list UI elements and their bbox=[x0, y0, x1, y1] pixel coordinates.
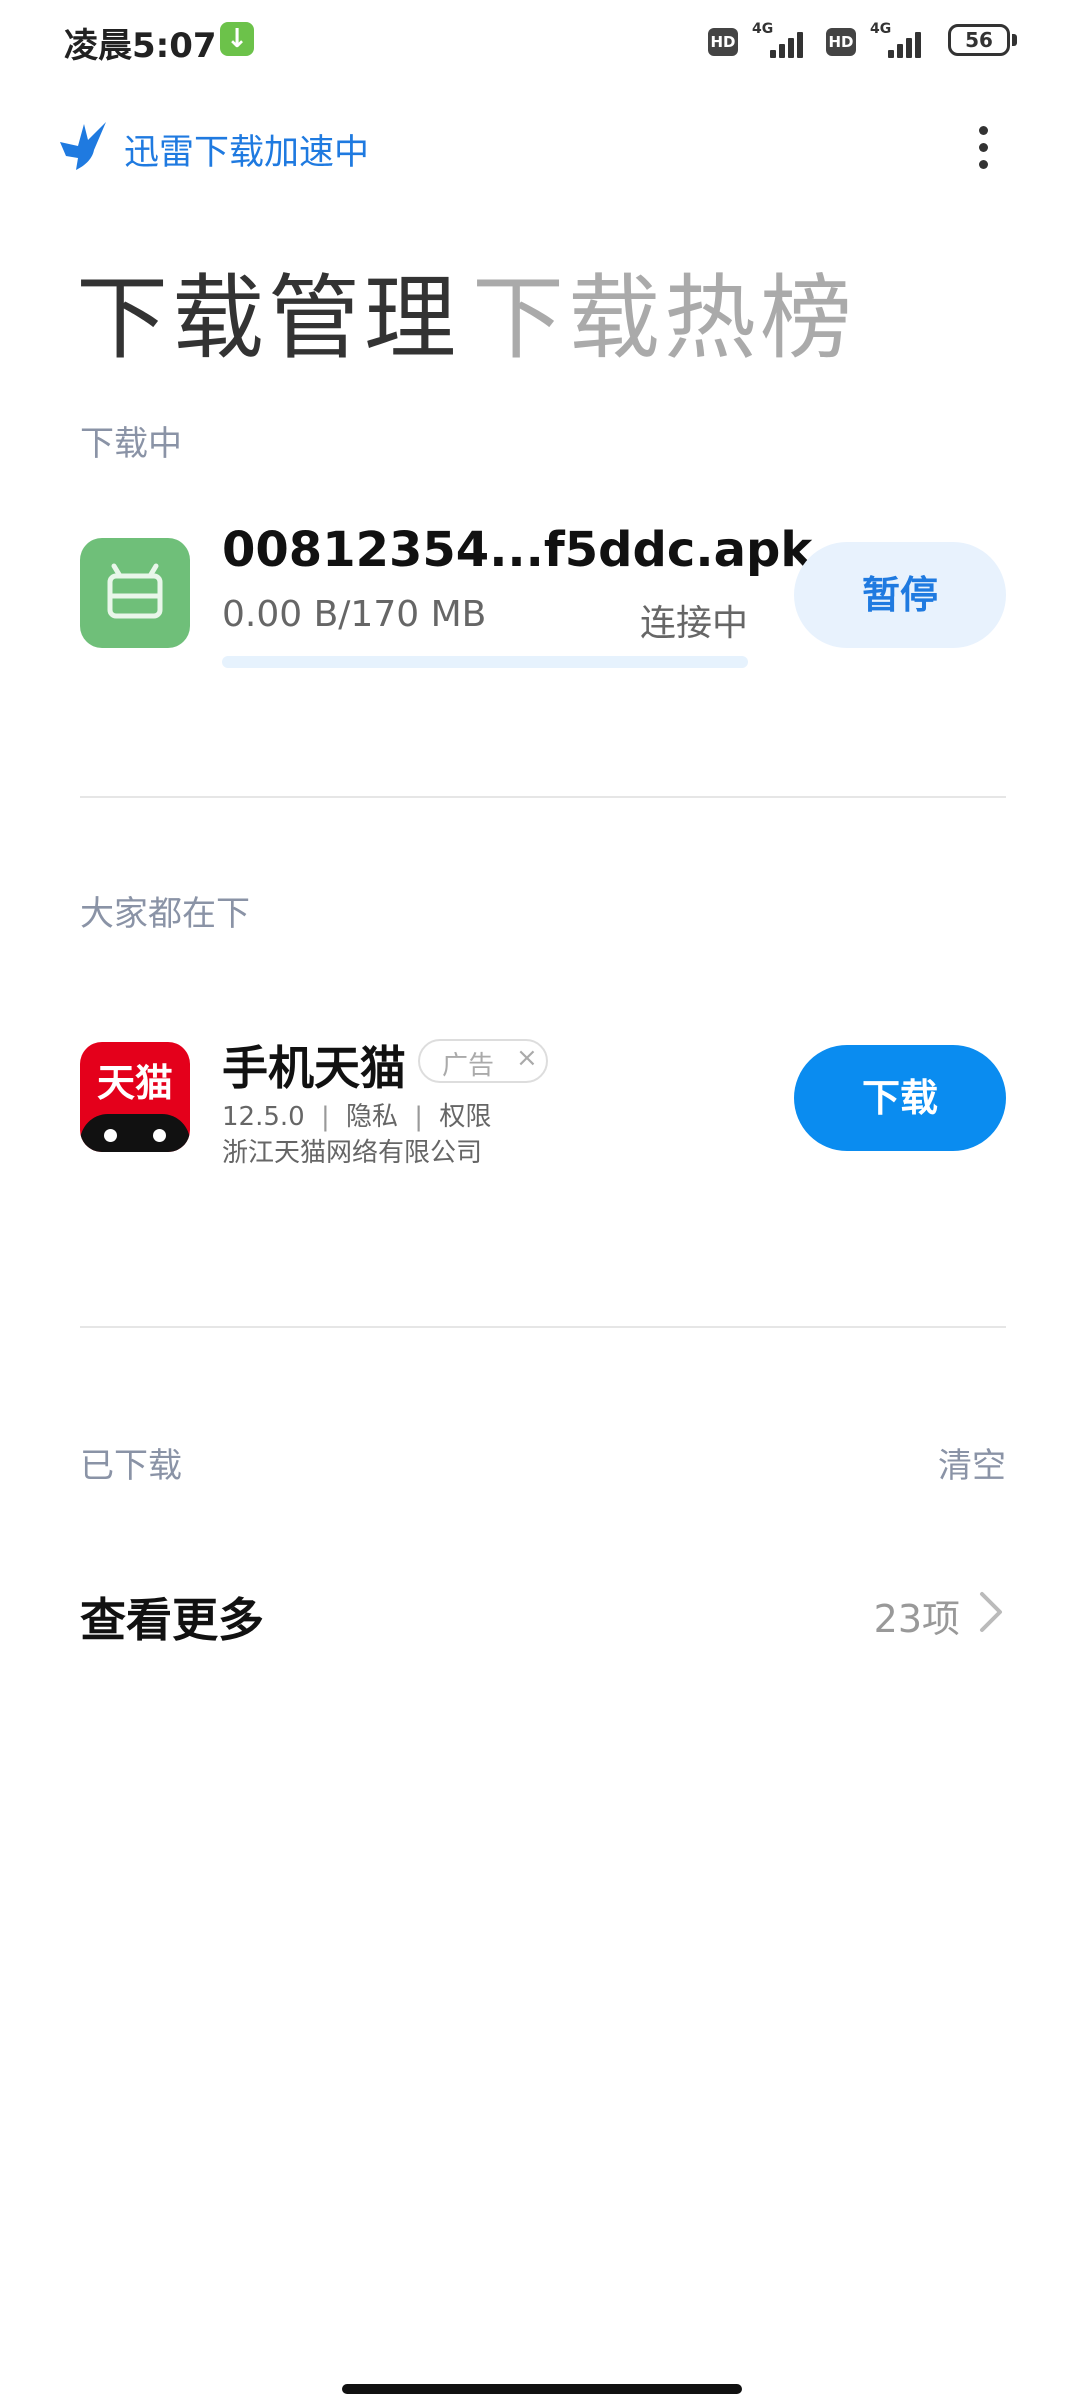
view-more-row[interactable]: 查看更多 23项 bbox=[80, 1570, 1006, 1660]
app-developer: 浙江天猫网络有限公司 bbox=[222, 1138, 483, 1168]
ad-tag[interactable]: 广告 × bbox=[418, 1039, 548, 1083]
meta-separator: | bbox=[320, 1102, 330, 1132]
signal-icon bbox=[888, 26, 928, 58]
download-button[interactable]: 下载 bbox=[794, 1045, 1006, 1151]
app-name[interactable]: 手机天猫 bbox=[222, 1032, 406, 1098]
app-version: 12.5.0 bbox=[222, 1102, 305, 1132]
download-progress-bar bbox=[222, 656, 748, 668]
permissions-link[interactable]: 权限 bbox=[439, 1102, 491, 1132]
signal-icon bbox=[770, 26, 810, 58]
tab-download-manager[interactable]: 下载管理 bbox=[76, 244, 460, 377]
download-file-name: 00812354...f5ddc.apk bbox=[222, 522, 813, 578]
downloaded-count: 23项 bbox=[873, 1597, 960, 1641]
download-notification-icon: ↓ bbox=[220, 22, 254, 56]
xunlei-bird-icon bbox=[58, 120, 108, 172]
chevron-right-icon bbox=[980, 1592, 1002, 1632]
home-indicator[interactable] bbox=[342, 2384, 742, 2394]
tmall-icon-text: 天猫 bbox=[96, 1061, 173, 1105]
divider bbox=[80, 1326, 1006, 1328]
meta-separator: | bbox=[414, 1102, 424, 1132]
section-downloading-label: 下载中 bbox=[80, 424, 182, 464]
app-meta: 12.5.0 | 隐私 | 权限 bbox=[222, 1096, 491, 1133]
clear-button[interactable]: 清空 bbox=[938, 1438, 1006, 1487]
brand-title[interactable]: 迅雷下载加速中 bbox=[124, 124, 369, 175]
more-vertical-icon[interactable] bbox=[972, 124, 994, 172]
download-size: 0.00 B/170 MB bbox=[222, 594, 487, 635]
privacy-link[interactable]: 隐私 bbox=[346, 1102, 398, 1132]
ad-label: 广告 bbox=[442, 1051, 495, 1081]
tab-download-ranking[interactable]: 下载热榜 bbox=[472, 244, 856, 377]
view-more-label: 查看更多 bbox=[80, 1593, 264, 1647]
pause-button[interactable]: 暂停 bbox=[794, 542, 1006, 648]
hd-icon: HD bbox=[826, 28, 856, 56]
status-bar: 凌晨5:07 ↓ HD 4G HD 4G 56 bbox=[0, 0, 1080, 84]
close-icon[interactable]: × bbox=[516, 1043, 538, 1073]
tmall-app-icon[interactable]: 天猫 bbox=[80, 1042, 190, 1152]
battery-tip bbox=[1012, 34, 1017, 46]
battery-icon: 56 bbox=[948, 24, 1010, 56]
tmall-cat-face bbox=[80, 1114, 190, 1152]
section-downloaded-label: 已下载 bbox=[80, 1446, 182, 1486]
divider bbox=[80, 796, 1006, 798]
status-time: 凌晨5:07 bbox=[64, 26, 217, 66]
android-icon bbox=[80, 538, 190, 648]
download-status: 连接中 bbox=[639, 603, 748, 644]
hd-icon: HD bbox=[708, 28, 738, 56]
section-popular-label: 大家都在下 bbox=[80, 894, 250, 934]
